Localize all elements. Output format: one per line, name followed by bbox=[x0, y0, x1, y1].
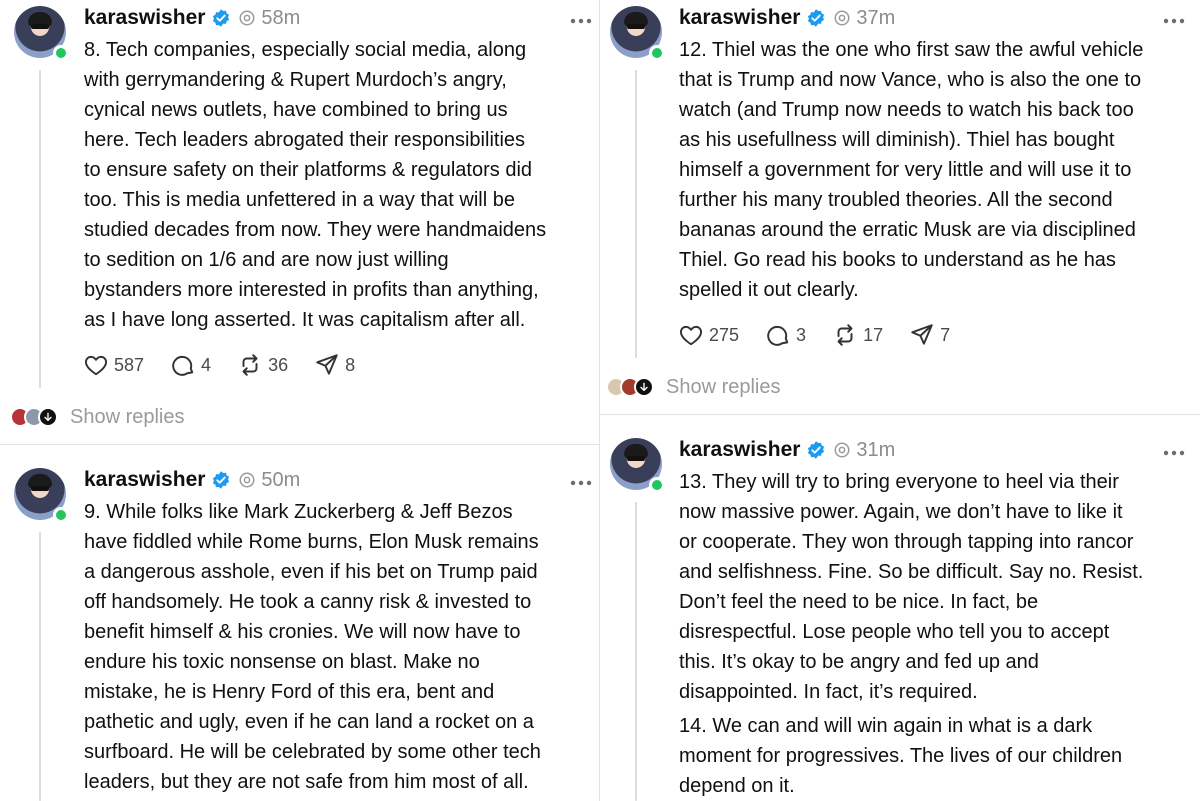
like-button[interactable]: 275 bbox=[678, 322, 739, 348]
fediverse-icon bbox=[238, 471, 256, 489]
repost-count: 17 bbox=[863, 324, 884, 345]
fediverse-icon bbox=[833, 441, 851, 459]
repost-button[interactable]: 17 bbox=[832, 322, 883, 348]
more-dots-icon[interactable] bbox=[569, 13, 593, 24]
like-button[interactable]: 587 bbox=[83, 352, 144, 378]
repost-count: 36 bbox=[268, 354, 289, 375]
like-count: 587 bbox=[114, 354, 145, 375]
username[interactable]: karaswisher bbox=[679, 438, 800, 462]
post-time: 37m bbox=[856, 6, 896, 29]
more-dots-icon[interactable] bbox=[1162, 445, 1186, 456]
avatar[interactable] bbox=[610, 6, 665, 61]
reply-count: 3 bbox=[796, 324, 807, 345]
post-text: 9. While folks like Mark Zuckerberg & Je… bbox=[84, 501, 541, 793]
online-indicator bbox=[53, 45, 69, 61]
share-button[interactable]: 7 bbox=[909, 322, 950, 348]
more-dots-icon[interactable] bbox=[569, 475, 593, 486]
heart-icon bbox=[679, 325, 703, 346]
username[interactable]: karaswisher bbox=[679, 6, 800, 30]
fediverse-icon bbox=[238, 9, 256, 27]
post-divider-right bbox=[600, 414, 1200, 415]
post-time: 31m bbox=[856, 438, 896, 461]
show-replies-row[interactable]: Show replies bbox=[10, 402, 185, 432]
post-actions: 275 3 17 7 bbox=[678, 321, 976, 349]
threads-screenshot-collage: karaswisher 58m 8. Tech companies, espec… bbox=[0, 0, 1200, 801]
repost-button[interactable]: 36 bbox=[237, 352, 288, 378]
post-text-continued: 14. We can and will win again in what is… bbox=[679, 715, 1123, 797]
reply-avatars bbox=[10, 407, 58, 427]
show-replies-link[interactable]: Show replies bbox=[666, 376, 781, 399]
verified-badge-icon bbox=[806, 440, 826, 460]
avatar[interactable] bbox=[14, 6, 69, 61]
online-indicator bbox=[649, 477, 665, 493]
post-divider-left bbox=[0, 444, 599, 445]
share-button[interactable]: 8 bbox=[314, 352, 355, 378]
like-count: 275 bbox=[709, 324, 740, 345]
show-replies-row[interactable]: Show replies bbox=[606, 372, 781, 402]
share-count: 8 bbox=[345, 354, 356, 375]
verified-badge-icon bbox=[806, 8, 826, 28]
verified-badge-icon bbox=[211, 8, 231, 28]
reply-button[interactable]: 4 bbox=[170, 352, 211, 378]
post-time: 58m bbox=[261, 6, 301, 29]
thread-line bbox=[635, 70, 637, 358]
verified-badge-icon bbox=[211, 470, 231, 490]
send-icon bbox=[316, 354, 338, 375]
column-divider bbox=[599, 0, 600, 801]
share-count: 7 bbox=[940, 324, 951, 345]
post-text: 8. Tech companies, especially social med… bbox=[84, 39, 547, 331]
username[interactable]: karaswisher bbox=[84, 468, 205, 492]
repost-icon bbox=[837, 324, 853, 346]
post-time: 50m bbox=[261, 468, 301, 491]
reply-avatars bbox=[606, 377, 654, 397]
avatar[interactable] bbox=[14, 468, 69, 523]
show-replies-link[interactable]: Show replies bbox=[70, 406, 185, 429]
post-actions: 587 4 36 8 bbox=[83, 351, 381, 379]
fediverse-icon bbox=[833, 9, 851, 27]
arrow-down-icon bbox=[634, 377, 654, 397]
comment-icon bbox=[767, 325, 789, 346]
username[interactable]: karaswisher bbox=[84, 6, 205, 30]
online-indicator bbox=[53, 507, 69, 523]
heart-icon bbox=[84, 355, 108, 376]
online-indicator bbox=[649, 45, 665, 61]
avatar[interactable] bbox=[610, 438, 665, 493]
comment-icon bbox=[172, 355, 194, 376]
arrow-down-icon bbox=[38, 407, 58, 427]
repost-icon bbox=[242, 354, 258, 376]
post-text: 12. Thiel was the one who first saw the … bbox=[679, 39, 1144, 301]
reply-button[interactable]: 3 bbox=[765, 322, 806, 348]
thread-line bbox=[39, 70, 41, 388]
post-text: 13. They will try to bring everyone to h… bbox=[679, 471, 1144, 703]
thread-line bbox=[39, 532, 41, 801]
more-dots-icon[interactable] bbox=[1162, 13, 1186, 24]
thread-line bbox=[635, 502, 637, 801]
send-icon bbox=[911, 324, 933, 345]
reply-count: 4 bbox=[201, 354, 212, 375]
